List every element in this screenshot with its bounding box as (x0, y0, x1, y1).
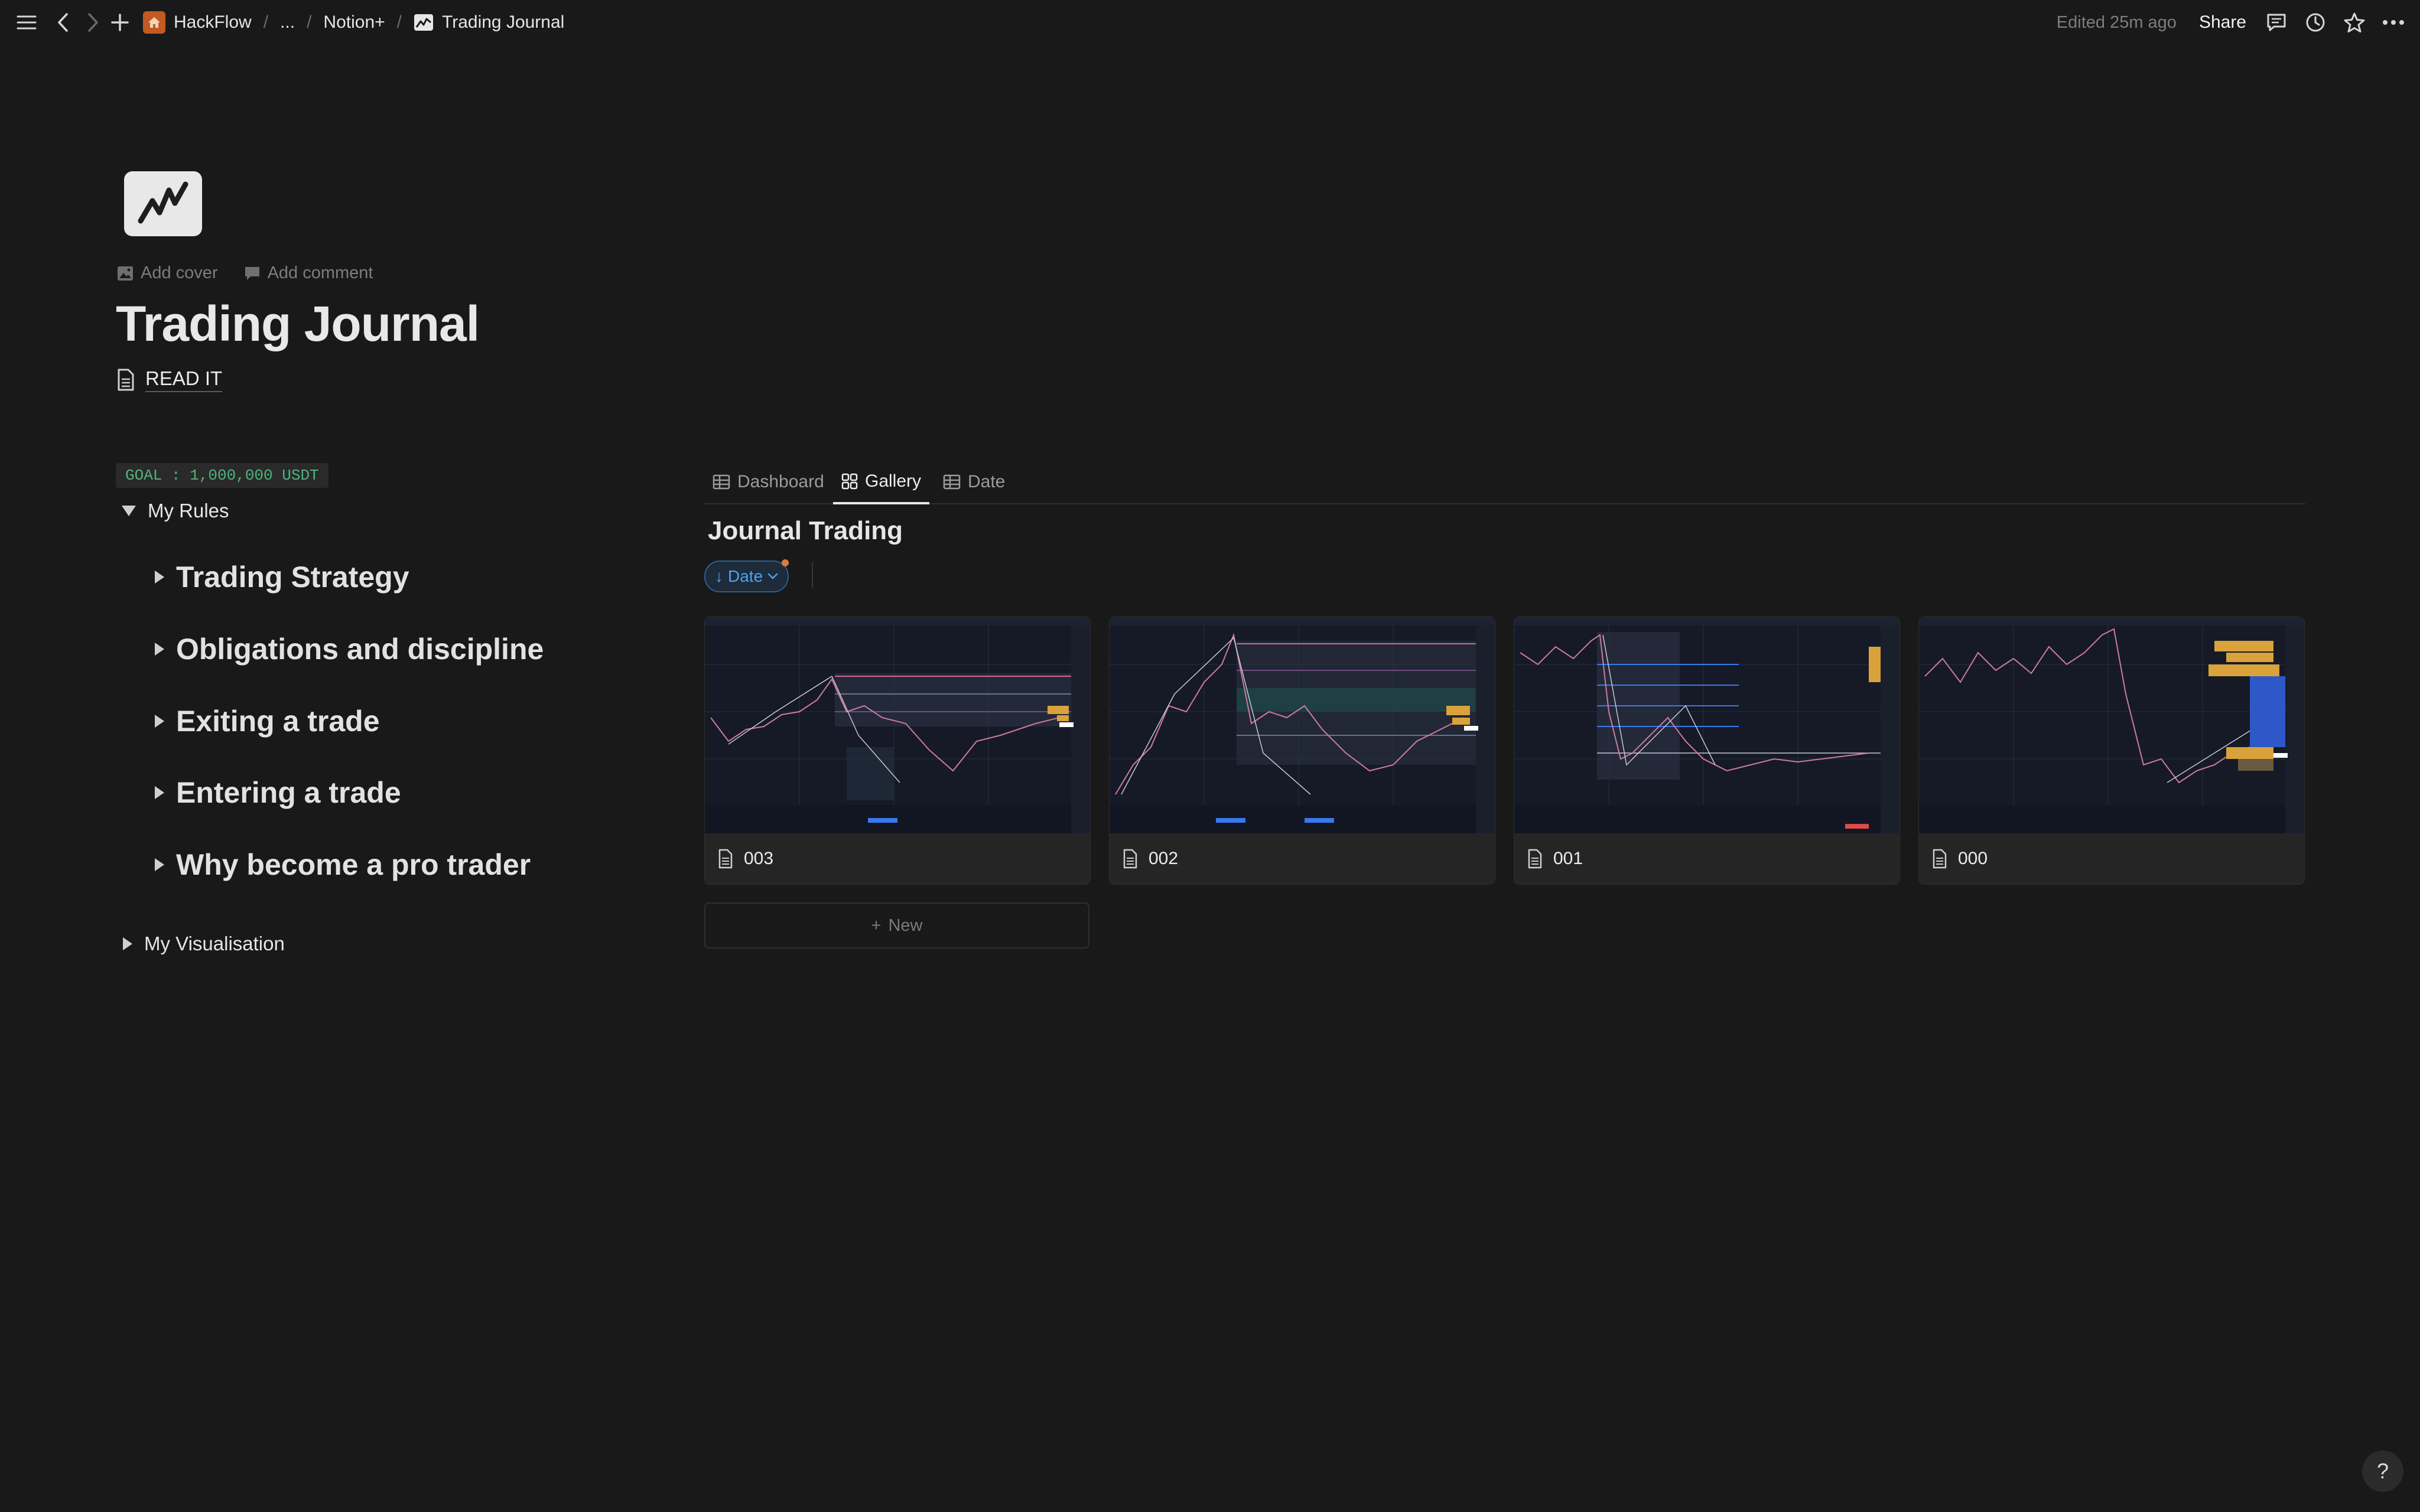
document-icon (118, 369, 134, 391)
add-comment-button[interactable]: Add comment (244, 263, 373, 283)
document-icon (1123, 849, 1137, 869)
card-chart-screenshot (1919, 617, 2304, 833)
tab-gallery[interactable]: Gallery (833, 461, 930, 504)
plus-icon: + (871, 915, 882, 935)
sort-date-chip[interactable]: ↓ Date (704, 559, 789, 592)
read-it-page-link[interactable]: READ IT (117, 367, 223, 392)
gallery-card-000[interactable]: 000 (1918, 617, 2305, 885)
toggle-heading-label: Trading Strategy (176, 561, 409, 594)
toggle-open-triangle-icon[interactable] (122, 506, 136, 516)
breadcrumb-separator: / (307, 12, 312, 32)
tab-label: Gallery (865, 471, 922, 491)
goal-inline-code: GOAL : 1,000,000 USDT (116, 463, 328, 488)
chevron-down-icon (767, 573, 778, 579)
sort-label: Date (728, 567, 763, 585)
toggle-heading-label: Obligations and discipline (176, 633, 544, 666)
comment-icon (245, 266, 259, 280)
page-title: Trading Journal (116, 296, 480, 351)
toggle-closed-triangle-icon[interactable] (155, 786, 164, 799)
comment-icon[interactable] (2264, 10, 2289, 35)
breadcrumb-label: HackFlow (174, 12, 252, 32)
new-card-button[interactable]: + New (704, 902, 1089, 949)
breadcrumb-notion-plus[interactable]: Notion+ (320, 10, 388, 35)
gallery-card-002[interactable]: 002 (1109, 617, 1495, 885)
breadcrumb-label: ... (280, 12, 295, 32)
document-icon (718, 849, 733, 869)
breadcrumb-hackflow[interactable]: HackFlow (139, 9, 255, 36)
card-title: 002 (1149, 849, 1179, 868)
toggle-closed-triangle-icon[interactable] (123, 937, 132, 950)
more-options-icon[interactable] (2381, 10, 2406, 35)
tab-dashboard[interactable]: Dashboard (713, 461, 824, 503)
read-it-label: READ IT (145, 367, 223, 392)
table-icon (943, 474, 961, 490)
tab-date[interactable]: Date (943, 461, 1005, 503)
toggle-heading-label: Why become a pro trader (176, 848, 531, 881)
gallery-grid-icon (841, 473, 858, 490)
tab-label: Dashboard (737, 472, 824, 491)
gallery-card-003[interactable]: 003 (704, 617, 1091, 885)
breadcrumb-trading-journal[interactable]: Trading Journal (410, 10, 568, 35)
toggle-my-rules[interactable]: My Rules (122, 500, 229, 522)
card-chart-screenshot (1110, 617, 1495, 833)
toggle-my-visualisation[interactable]: My Visualisation (123, 933, 285, 955)
breadcrumb-label: Trading Journal (442, 12, 565, 32)
database-title[interactable]: Journal Trading (708, 516, 903, 546)
toggle-closed-triangle-icon[interactable] (155, 715, 164, 728)
favorite-star-icon[interactable] (2342, 10, 2367, 35)
back-arrow-icon[interactable] (51, 10, 76, 35)
breadcrumb-label: Notion+ (323, 12, 385, 32)
add-cover-button[interactable]: Add cover (117, 263, 218, 283)
history-clock-icon[interactable] (2303, 10, 2328, 35)
card-title: 001 (1553, 849, 1583, 868)
toggle-trading-strategy[interactable]: Trading Strategy (155, 560, 409, 594)
toggle-why-become-pro-trader[interactable]: Why become a pro trader (155, 848, 531, 882)
top-bar: HackFlow / ... / Notion+ / Trading Journ… (0, 0, 2420, 45)
page-header-actions: Add cover Add comment (117, 263, 373, 283)
breadcrumb: HackFlow / ... / Notion+ / Trading Journ… (139, 0, 568, 45)
help-button[interactable]: ? (2362, 1451, 2403, 1492)
add-cover-label: Add cover (141, 263, 218, 282)
tab-label: Date (968, 472, 1006, 491)
forward-arrow-icon[interactable] (80, 10, 105, 35)
gallery-card-001[interactable]: 001 (1514, 617, 1900, 885)
toggle-heading-label: Exiting a trade (176, 705, 380, 738)
document-icon (1933, 849, 1947, 869)
card-title: 003 (744, 849, 774, 868)
arrow-down-icon: ↓ (715, 567, 723, 585)
image-icon (118, 266, 133, 281)
home-icon (143, 11, 165, 34)
toggle-closed-triangle-icon[interactable] (155, 643, 164, 656)
sidebar-menu-icon[interactable] (14, 10, 39, 35)
toggle-obligations-discipline[interactable]: Obligations and discipline (155, 632, 544, 666)
breadcrumb-separator: / (263, 12, 269, 32)
toggle-closed-triangle-icon[interactable] (155, 571, 164, 584)
new-label: New (888, 915, 923, 935)
edited-status: Edited 25m ago (2056, 12, 2177, 32)
share-button[interactable]: Share (2199, 12, 2246, 32)
breadcrumb-ellipsis[interactable]: ... (277, 10, 298, 35)
toggle-closed-triangle-icon[interactable] (155, 858, 164, 871)
new-page-plus-icon[interactable] (108, 10, 132, 35)
toggle-my-rules-label: My Rules (148, 500, 229, 522)
card-title: 000 (1958, 849, 1988, 868)
toggle-heading-label: Entering a trade (176, 776, 401, 809)
toggle-my-visualisation-label: My Visualisation (144, 933, 285, 954)
document-icon (1528, 849, 1542, 869)
filter-divider (812, 562, 813, 588)
card-chart-screenshot (705, 617, 1090, 833)
page-icon[interactable] (124, 171, 202, 236)
sort-active-dot (782, 559, 789, 566)
card-chart-screenshot (1514, 617, 1899, 833)
table-icon (713, 474, 730, 490)
toggle-exiting-a-trade[interactable]: Exiting a trade (155, 704, 380, 738)
toggle-entering-a-trade[interactable]: Entering a trade (155, 775, 401, 810)
add-comment-label: Add comment (267, 263, 373, 282)
database-view-tabs: Dashboard Gallery Date (704, 461, 2305, 504)
breadcrumb-separator: / (396, 12, 402, 32)
chart-line-icon (414, 14, 433, 31)
